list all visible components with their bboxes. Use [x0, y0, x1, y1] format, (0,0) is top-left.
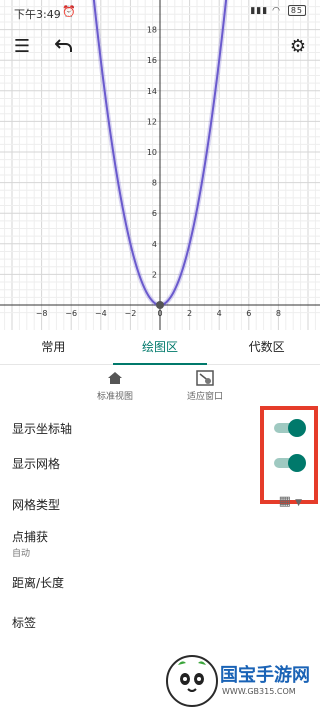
- x-tick-label: 4: [217, 309, 222, 318]
- fit-window-button[interactable]: 适应窗口: [170, 369, 240, 402]
- tab-common[interactable]: 常用: [0, 330, 107, 364]
- watermark-logo: 国宝手游网 WWW.GB315.COM: [166, 655, 316, 707]
- x-tick-label: 8: [276, 309, 281, 318]
- wifi-icon: ◠: [272, 6, 281, 16]
- signal-icon: ▮▮▮: [250, 6, 269, 16]
- x-tick-label: −2: [125, 309, 137, 318]
- origin-point: [156, 301, 164, 309]
- fit-window-label: 适应窗口: [186, 392, 223, 402]
- y-tick-label: 14: [147, 87, 157, 96]
- y-tick-label: 6: [152, 209, 157, 218]
- labels-row[interactable]: 标签: [0, 610, 320, 640]
- standard-view-label: 标准视图: [96, 392, 133, 402]
- tab-graphics[interactable]: 绘图区: [107, 330, 214, 365]
- undo-icon[interactable]: [52, 34, 76, 58]
- show-grid-label: 显示网格: [12, 457, 61, 471]
- status-indicators: ▮▮▮ ◠ 85: [250, 5, 306, 16]
- x-tick-label: 6: [246, 309, 251, 318]
- x-tick-label: 0: [157, 309, 162, 318]
- y-tick-label: 2: [152, 270, 157, 279]
- status-time: 下午3:49: [14, 8, 61, 21]
- x-tick-label: −8: [36, 309, 48, 318]
- grid-type-label: 网格类型: [12, 498, 61, 512]
- home-icon: [80, 369, 150, 387]
- x-tick-label: −6: [65, 309, 77, 318]
- y-tick-label: 12: [147, 117, 157, 126]
- gear-icon[interactable]: ⚙: [286, 34, 310, 58]
- watermark-text: 国宝手游网: [220, 665, 310, 686]
- y-tick-label: 4: [152, 240, 157, 249]
- view-buttons: 标准视图 适应窗口: [0, 365, 320, 409]
- alarm-clock-icon: ⏰: [62, 5, 76, 18]
- grid-icon: ▦: [278, 494, 291, 509]
- panda-logo-icon: [166, 655, 218, 707]
- settings-panel: 常用 绘图区 代数区 标准视图 适应窗口 显示坐标轴 显示网格 网格类型 ▦ ▼…: [0, 330, 320, 711]
- tab-algebra[interactable]: 代数区: [213, 330, 320, 364]
- status-bar: 下午3:49 ⏰ ▮▮▮ ◠ 85: [0, 0, 320, 24]
- fit-window-icon: [170, 369, 240, 387]
- distance-length-row[interactable]: 距离/长度: [0, 570, 320, 600]
- battery-icon: 85: [287, 5, 306, 16]
- y-tick-label: 10: [147, 148, 157, 157]
- point-capture-value: 自动: [12, 549, 31, 559]
- watermark-url: WWW.GB315.COM: [222, 687, 296, 696]
- y-tick-label: 18: [147, 26, 157, 35]
- tab-bar: 常用 绘图区 代数区: [0, 330, 320, 365]
- standard-view-button[interactable]: 标准视图: [80, 369, 150, 402]
- grid-type-select[interactable]: ▦ ▼: [279, 494, 302, 509]
- chevron-down-icon: ▼: [295, 498, 302, 508]
- x-tick-label: −4: [95, 309, 107, 318]
- point-capture-label: 点捕获: [12, 530, 49, 544]
- grid-type-row[interactable]: 网格类型 ▦ ▼: [0, 490, 320, 520]
- y-tick-label: 8: [152, 179, 157, 188]
- distance-length-label: 距离/长度: [12, 576, 65, 590]
- graph-view[interactable]: −8 −6 −4 −2 0 2 4 6 8 2 4 6 8 10 12 14 16 18: [0, 0, 320, 330]
- hamburger-menu-icon[interactable]: ☰: [10, 34, 34, 58]
- x-tick-label: 2: [187, 309, 192, 318]
- y-tick-label: 16: [147, 56, 157, 65]
- point-capture-row[interactable]: 点捕获 自动: [0, 526, 320, 562]
- show-axes-label: 显示坐标轴: [12, 422, 73, 436]
- labels-label: 标签: [12, 616, 37, 630]
